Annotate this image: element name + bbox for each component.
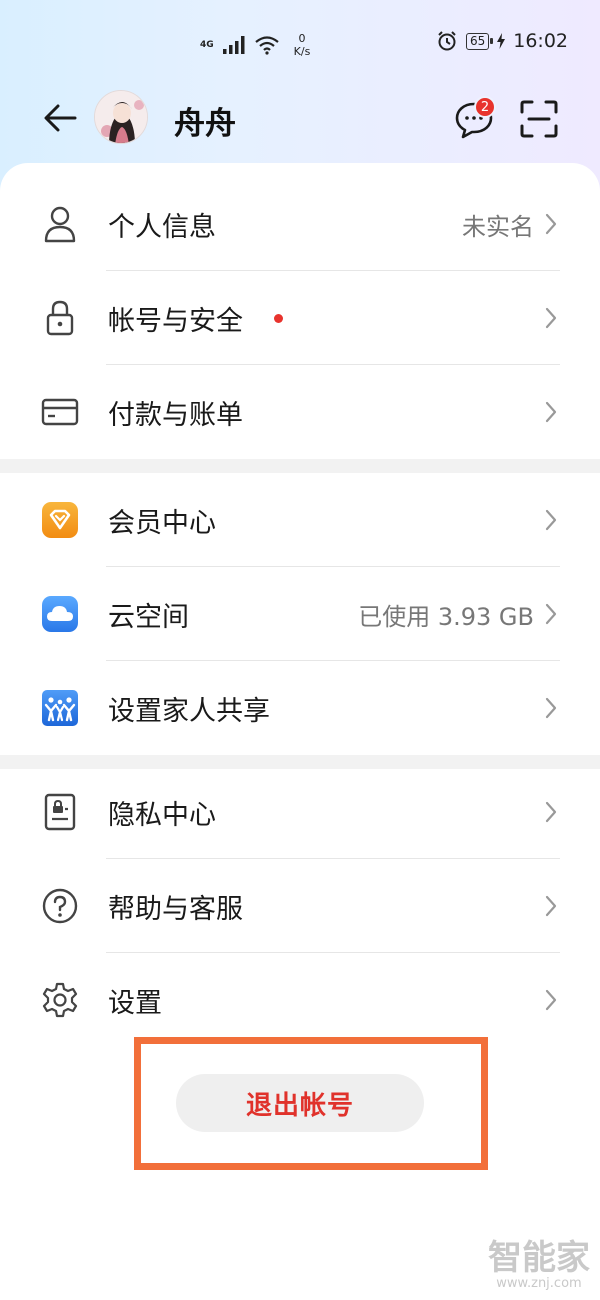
chevron-right-icon bbox=[542, 602, 560, 626]
clock-time: 16:02 bbox=[513, 30, 568, 52]
menu-label: 云空间 bbox=[108, 601, 189, 633]
network-type: 4G bbox=[200, 40, 214, 50]
logout-button[interactable]: 退出帐号 bbox=[176, 1074, 424, 1132]
scan-button[interactable] bbox=[516, 96, 562, 142]
message-count-badge: 2 bbox=[474, 96, 496, 118]
menu-label: 设置 bbox=[108, 987, 162, 1019]
status-right: 65 16:02 bbox=[436, 30, 568, 52]
watermark-url: www.znj.com bbox=[496, 1276, 582, 1291]
menu-value-storage-used: 已使用 3.93 GB bbox=[358, 602, 534, 631]
menu-label: 帮助与客服 bbox=[108, 893, 243, 925]
watermark: 智能家 www.znj.com bbox=[488, 1240, 590, 1292]
menu-label: 会员中心 bbox=[108, 507, 216, 539]
section-separator bbox=[0, 459, 600, 473]
family-icon bbox=[40, 688, 80, 728]
menu-value-real-name-status: 未实名 bbox=[462, 212, 534, 241]
battery-indicator: 65 bbox=[465, 32, 494, 50]
header: 舟舟 2 bbox=[0, 88, 600, 150]
speed-value: 0 bbox=[298, 32, 306, 45]
menu-item-payment[interactable]: 付款与账单 bbox=[0, 365, 600, 459]
menu-label: 设置家人共享 bbox=[108, 695, 270, 727]
network-speed: 0 K/s bbox=[294, 32, 311, 58]
menu-item-account-security[interactable]: 帐号与安全 bbox=[0, 271, 600, 365]
privacy-document-icon bbox=[40, 792, 80, 832]
alarm-icon bbox=[438, 31, 456, 51]
scan-icon bbox=[520, 100, 558, 138]
signal-icon bbox=[222, 36, 245, 54]
menu-item-privacy-center[interactable]: 隐私中心 bbox=[0, 765, 600, 859]
menu-item-cloud-space[interactable]: 云空间 已使用 3.93 GB bbox=[0, 567, 600, 661]
menu-item-membership[interactable]: 会员中心 bbox=[0, 473, 600, 567]
wifi-icon bbox=[254, 36, 279, 55]
cloud-icon bbox=[40, 594, 80, 634]
menu-label: 个人信息 bbox=[108, 211, 216, 243]
menu-item-personal-info[interactable]: 个人信息 未实名 bbox=[0, 177, 600, 271]
menu-item-help-service[interactable]: 帮助与客服 bbox=[0, 859, 600, 953]
avatar-image bbox=[95, 91, 147, 143]
status-bar: 4G 0 K/s 65 16:02 bbox=[0, 0, 600, 90]
chevron-right-icon bbox=[542, 800, 560, 824]
lock-icon bbox=[40, 298, 80, 338]
chevron-right-icon bbox=[542, 696, 560, 720]
chevron-right-icon bbox=[542, 400, 560, 424]
chevron-right-icon bbox=[542, 306, 560, 330]
menu-item-settings[interactable]: 设置 bbox=[0, 953, 600, 1047]
person-icon bbox=[40, 204, 80, 244]
watermark-title: 智能家 bbox=[488, 1238, 590, 1278]
menu-label: 付款与账单 bbox=[108, 399, 243, 431]
gear-icon bbox=[40, 980, 80, 1020]
chevron-right-icon bbox=[542, 508, 560, 532]
user-name[interactable]: 舟舟 bbox=[174, 98, 236, 143]
notification-dot bbox=[274, 314, 283, 323]
avatar[interactable] bbox=[94, 90, 148, 144]
arrow-left-icon bbox=[44, 104, 77, 132]
back-button[interactable] bbox=[38, 96, 82, 140]
card-icon bbox=[40, 392, 80, 432]
chevron-right-icon bbox=[542, 894, 560, 918]
help-question-icon bbox=[40, 886, 80, 926]
member-diamond-icon bbox=[40, 500, 80, 540]
chevron-right-icon bbox=[542, 988, 560, 1012]
status-center: 4G 0 K/s bbox=[200, 28, 310, 62]
messages-button[interactable]: 2 bbox=[452, 96, 498, 142]
chevron-right-icon bbox=[542, 212, 560, 236]
menu-label: 隐私中心 bbox=[108, 799, 216, 831]
menu-label: 帐号与安全 bbox=[108, 305, 243, 337]
speed-unit: K/s bbox=[293, 45, 311, 58]
charging-icon bbox=[497, 33, 506, 49]
menu-item-family-sharing[interactable]: 设置家人共享 bbox=[0, 661, 600, 755]
